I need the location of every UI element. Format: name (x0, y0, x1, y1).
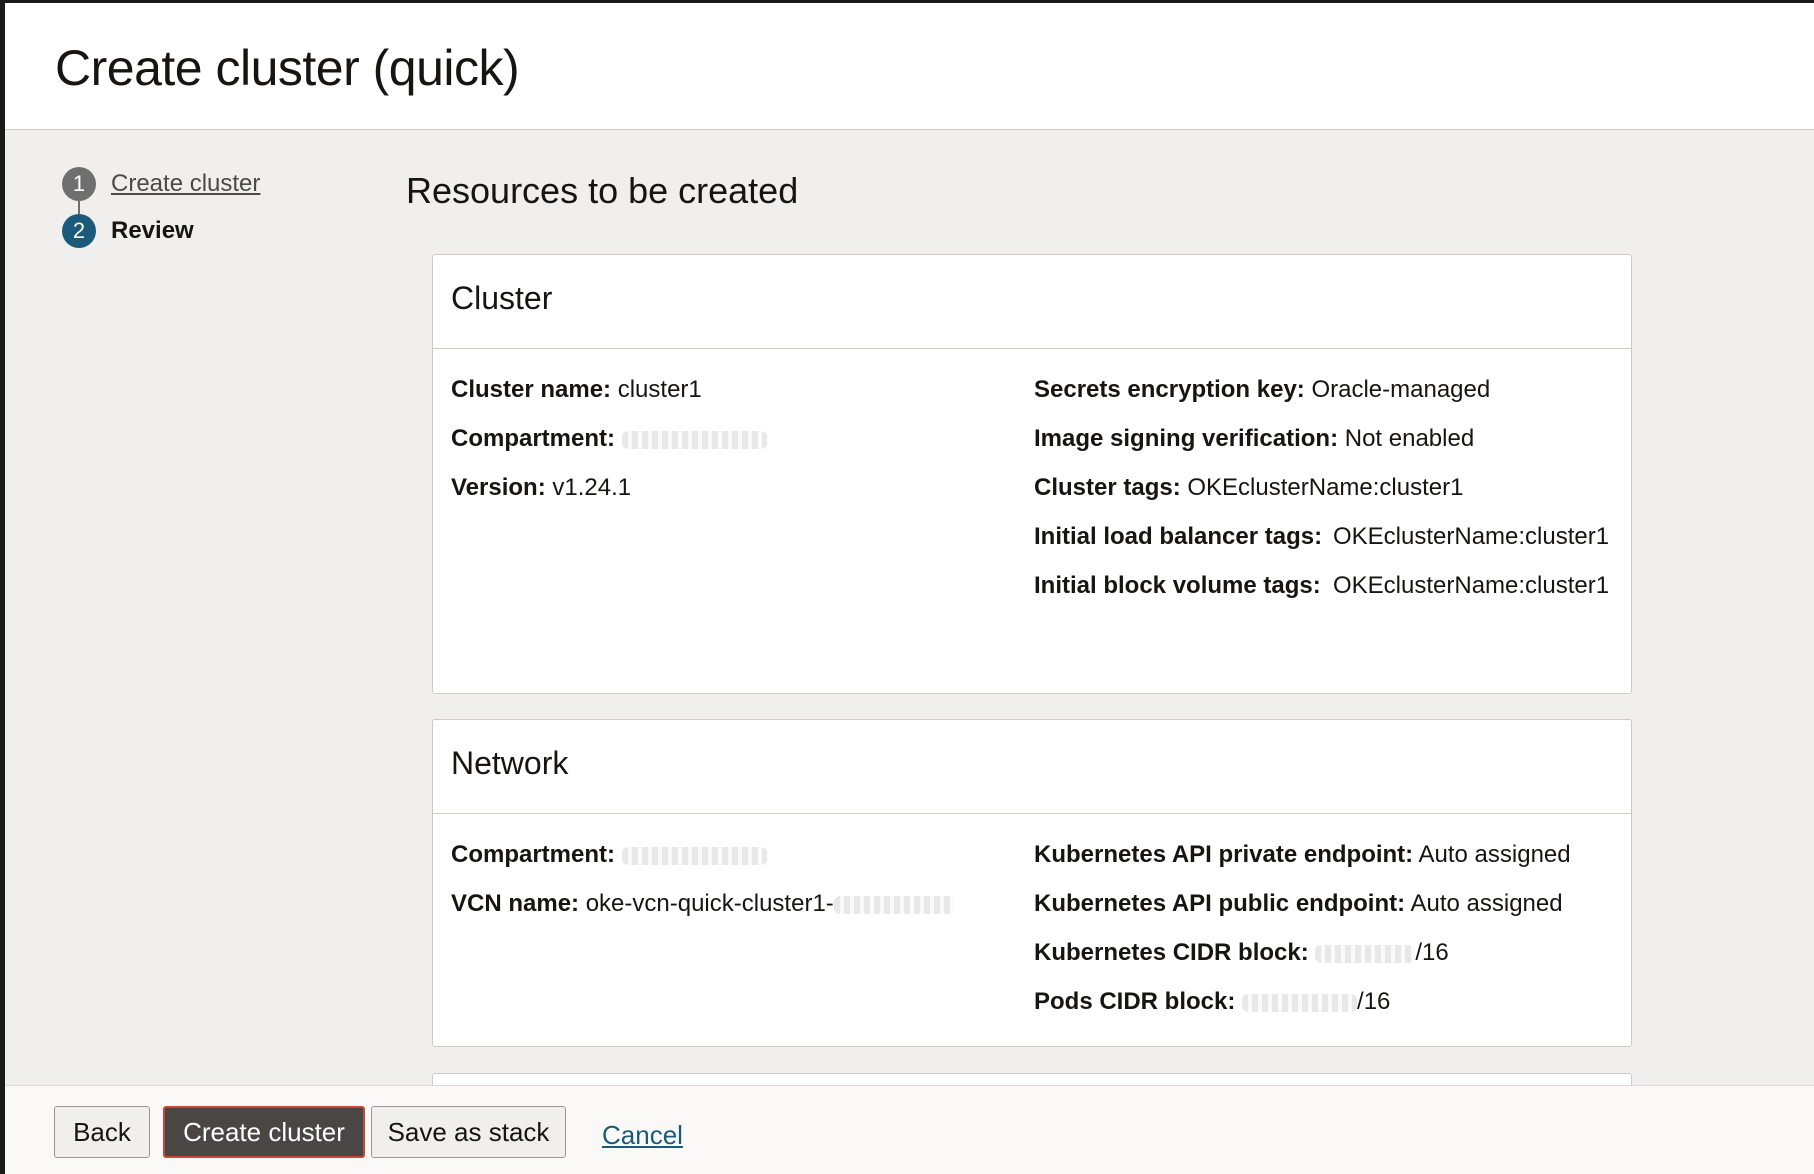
cluster-right-column: Secrets encryption key: Oracle-managed I… (1034, 375, 1624, 620)
save-as-stack-button[interactable]: Save as stack (371, 1106, 566, 1158)
lb-tags-row: Initial load balancer tags: OKEclusterNa… (1034, 522, 1624, 552)
step-number-2: 2 (62, 214, 96, 248)
redacted-value (621, 846, 767, 865)
cluster-version-row: Version: v1.24.1 (451, 473, 991, 503)
bv-tags-row: Initial block volume tags: OKEclusterNam… (1034, 571, 1624, 601)
vcn-name-label: VCN name: (451, 890, 580, 917)
k8s-cidr-label: Kubernetes CIDR block: (1034, 939, 1309, 966)
k8s-cidr-value: /16 (1415, 939, 1449, 966)
network-compartment-row: Compartment: (451, 840, 991, 870)
cluster-tags-value: OKEclusterName:cluster1 (1187, 474, 1464, 501)
back-button[interactable]: Back (54, 1106, 150, 1158)
cluster-compartment-label: Compartment: (451, 425, 616, 452)
page-header: Create cluster (quick) (5, 0, 1814, 130)
lb-tags-value: OKEclusterName:cluster1 (1333, 523, 1610, 550)
k8s-cidr-row: Kubernetes CIDR block: /16 (1034, 938, 1624, 968)
api-public-endpoint-value: Auto assigned (1410, 890, 1563, 917)
pods-cidr-row: Pods CIDR block: /16 (1034, 987, 1624, 1017)
cluster-card: Cluster Cluster name: cluster1 Compartme… (432, 254, 1632, 694)
redacted-value (833, 895, 954, 914)
cancel-link[interactable]: Cancel (602, 1120, 683, 1151)
redacted-value (1242, 993, 1358, 1012)
network-card-title: Network (451, 745, 569, 781)
bv-tags-label: Initial block volume tags: (1034, 572, 1321, 599)
secrets-key-row: Secrets encryption key: Oracle-managed (1034, 375, 1624, 405)
redacted-value (621, 430, 767, 449)
secrets-key-value: Oracle-managed (1311, 376, 1491, 403)
lb-tags-label: Initial load balancer tags: (1034, 523, 1323, 550)
cluster-tags-row: Cluster tags: OKEclusterName:cluster1 (1034, 473, 1624, 503)
cluster-name-row: Cluster name: cluster1 (451, 375, 991, 405)
vcn-name-row: VCN name: oke-vcn-quick-cluster1- (451, 889, 991, 919)
secrets-key-label: Secrets encryption key: (1034, 376, 1305, 403)
api-private-endpoint-label: Kubernetes API private endpoint: (1034, 841, 1414, 868)
cluster-card-title: Cluster (451, 280, 553, 316)
api-public-endpoint-label: Kubernetes API public endpoint: (1034, 890, 1406, 917)
create-cluster-button[interactable]: Create cluster (163, 1106, 365, 1158)
footer-actions: Back Create cluster Save as stack Cancel (5, 1085, 1814, 1174)
redacted-value (1315, 944, 1416, 963)
step-connector (78, 201, 80, 214)
cluster-version-label: Version: (451, 474, 546, 501)
network-card: Network Compartment: VCN name: oke-vcn-q… (432, 719, 1632, 1047)
step-number-1: 1 (62, 167, 96, 201)
page-title: Create cluster (quick) (55, 40, 520, 96)
network-right-column: Kubernetes API private endpoint: Auto as… (1034, 840, 1624, 1036)
step-create-cluster[interactable]: 1 Create cluster (62, 167, 260, 214)
cluster-card-header: Cluster (433, 255, 1631, 349)
cluster-left-column: Cluster name: cluster1 Compartment: Vers… (451, 375, 991, 522)
api-private-endpoint-value: Auto assigned (1418, 841, 1571, 868)
bv-tags-value: OKEclusterName:cluster1 (1333, 572, 1610, 599)
wizard-steps: 1 Create cluster 2 Review (62, 167, 260, 261)
image-signing-label: Image signing verification: (1034, 425, 1339, 452)
network-compartment-label: Compartment: (451, 841, 616, 868)
api-public-endpoint-row: Kubernetes API public endpoint: Auto ass… (1034, 889, 1624, 919)
cluster-tags-label: Cluster tags: (1034, 474, 1181, 501)
cluster-card-body: Cluster name: cluster1 Compartment: Vers… (433, 349, 1631, 599)
vcn-name-value: oke-vcn-quick-cluster1- (585, 890, 834, 917)
image-signing-value: Not enabled (1344, 425, 1475, 452)
step-review-label: Review (111, 217, 194, 244)
network-left-column: Compartment: VCN name: oke-vcn-quick-clu… (451, 840, 991, 938)
cluster-name-label: Cluster name: (451, 376, 612, 403)
step-review: 2 Review (62, 214, 260, 248)
cluster-version-value: v1.24.1 (552, 474, 632, 501)
cluster-name-value: cluster1 (617, 376, 702, 403)
network-card-header: Network (433, 720, 1631, 814)
section-title: Resources to be created (406, 170, 799, 211)
pods-cidr-value: /16 (1357, 988, 1391, 1015)
step-create-cluster-link[interactable]: Create cluster (111, 170, 260, 198)
cluster-compartment-row: Compartment: (451, 424, 991, 454)
pods-cidr-label: Pods CIDR block: (1034, 988, 1236, 1015)
network-card-body: Compartment: VCN name: oke-vcn-quick-clu… (433, 814, 1631, 1015)
image-signing-row: Image signing verification: Not enabled (1034, 424, 1624, 454)
api-private-endpoint-row: Kubernetes API private endpoint: Auto as… (1034, 840, 1624, 870)
